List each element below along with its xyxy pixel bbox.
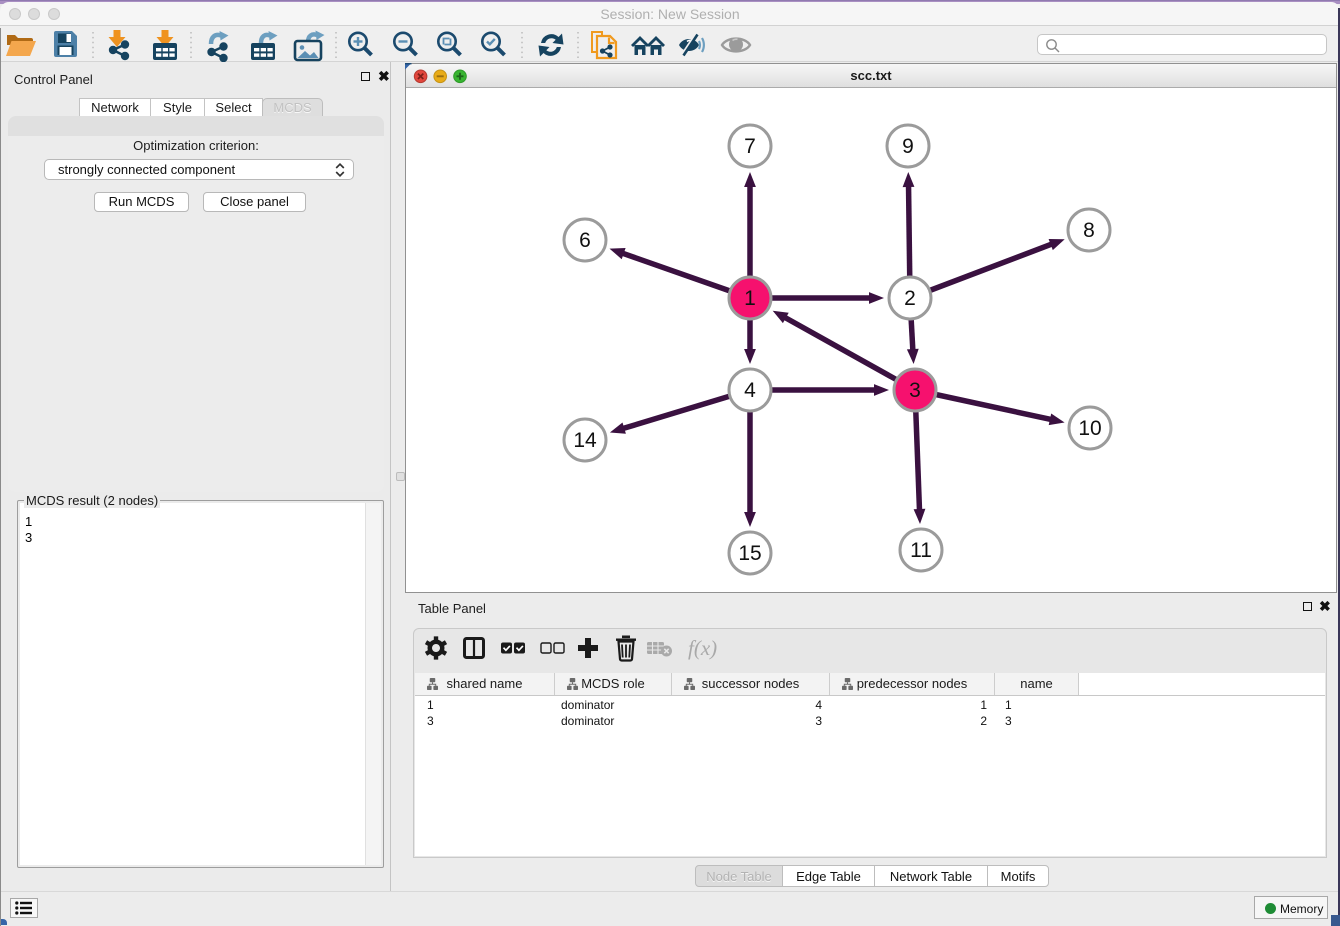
svg-text:15: 15 xyxy=(738,542,761,565)
svg-text:f(x): f(x) xyxy=(688,636,717,660)
svg-text:1: 1 xyxy=(744,287,756,310)
svg-text:8: 8 xyxy=(1083,219,1095,242)
svg-text:7: 7 xyxy=(744,135,756,158)
svg-text:3: 3 xyxy=(909,379,921,402)
svg-text:14: 14 xyxy=(573,429,597,452)
svg-text:4: 4 xyxy=(744,379,756,402)
svg-text:11: 11 xyxy=(910,539,932,562)
svg-text:6: 6 xyxy=(579,229,591,252)
svg-text:2: 2 xyxy=(904,287,916,310)
svg-text:10: 10 xyxy=(1078,417,1101,440)
svg-text:9: 9 xyxy=(902,135,914,158)
